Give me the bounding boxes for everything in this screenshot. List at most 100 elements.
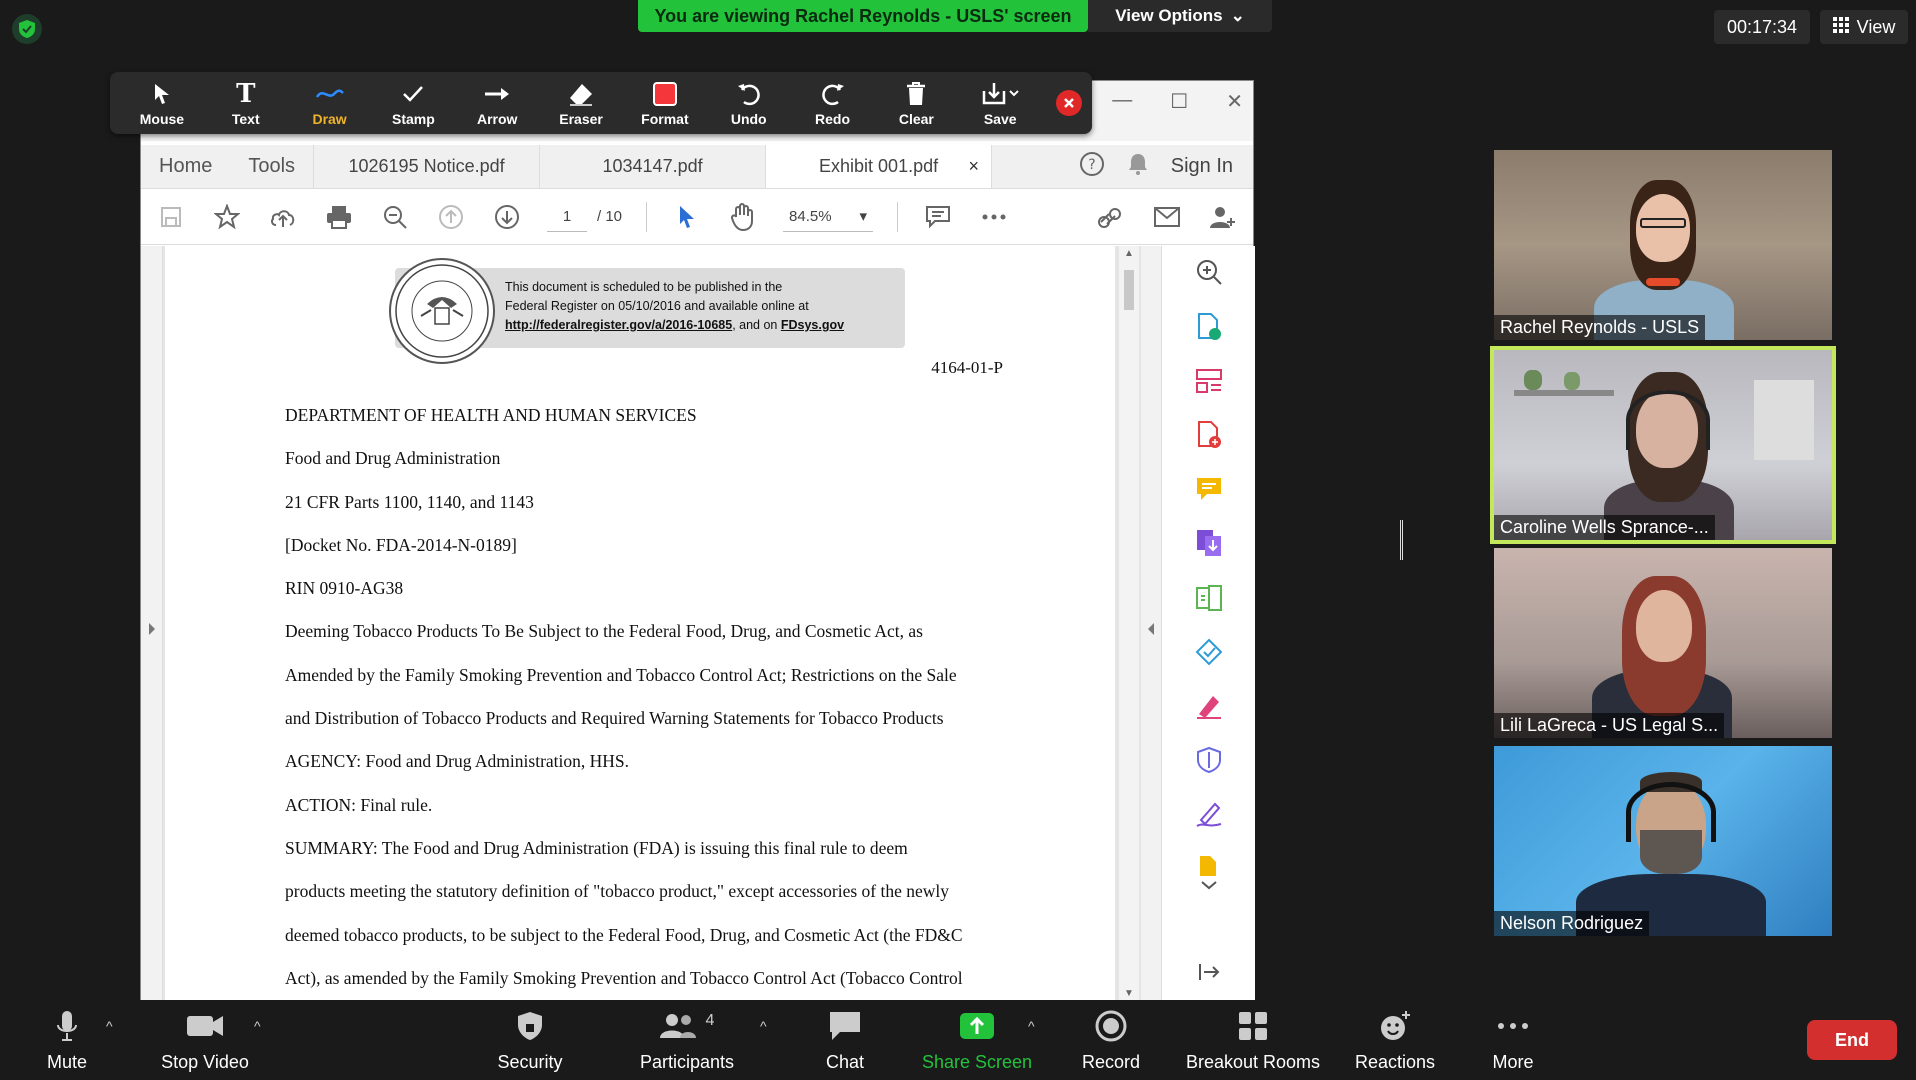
view-button[interactable]: View: [1820, 10, 1908, 44]
breakout-rooms-button[interactable]: Breakout Rooms: [1178, 1006, 1328, 1076]
mute-button[interactable]: Mute: [32, 1006, 102, 1076]
annot-eraser-button[interactable]: Eraser: [539, 75, 623, 131]
zoom-select[interactable]: 84.5% ▾: [783, 202, 874, 232]
comment-tool-icon[interactable]: [1195, 476, 1223, 507]
doc-line: ACTION: Final rule.: [285, 794, 433, 815]
trash-icon: [905, 80, 927, 108]
nav-tools[interactable]: Tools: [248, 155, 295, 178]
chevron-down-icon: ⌄: [1230, 6, 1245, 25]
tab-1026195-notice[interactable]: 1026195 Notice.pdf: [314, 145, 541, 188]
save-disk-icon[interactable]: [155, 201, 187, 233]
view-options-button[interactable]: View Options ⌄: [1088, 0, 1272, 32]
annot-clear-button[interactable]: Clear: [874, 75, 958, 131]
page-number-input[interactable]: 1: [547, 202, 587, 232]
left-panel-toggle[interactable]: [141, 246, 163, 1001]
create-pdf-icon[interactable]: [1195, 420, 1223, 455]
annot-save-button[interactable]: Save: [958, 75, 1042, 131]
security-button[interactable]: Security: [490, 1006, 570, 1076]
print-icon[interactable]: [323, 201, 355, 233]
help-icon[interactable]: ?: [1079, 151, 1105, 182]
annot-stamp-button[interactable]: Stamp: [371, 75, 455, 131]
minimize-icon[interactable]: —: [1112, 89, 1132, 114]
collapse-pane-icon[interactable]: [1198, 962, 1220, 987]
annot-arrow-button[interactable]: Arrow: [455, 75, 539, 131]
annot-undo-button[interactable]: Undo: [707, 75, 791, 131]
hand-icon[interactable]: [727, 201, 759, 233]
nav-home[interactable]: Home: [159, 155, 212, 178]
participants-options-caret-icon[interactable]: ^: [760, 1018, 767, 1034]
participant-tile-lili[interactable]: Lili LaGreca - US Legal S...: [1494, 548, 1832, 738]
doc-line: Act), as amended by the Family Smoking P…: [285, 967, 963, 988]
close-window-icon[interactable]: ✕: [1226, 89, 1243, 114]
right-panel-toggle[interactable]: [1141, 246, 1161, 1001]
annot-label: Redo: [815, 110, 851, 127]
annot-label: Draw: [312, 110, 347, 127]
participant-tile-rachel[interactable]: Rachel Reynolds - USLS: [1494, 150, 1832, 340]
share-options-caret-icon[interactable]: ^: [1028, 1018, 1035, 1034]
export-pdf-icon[interactable]: [1195, 312, 1223, 347]
annot-mouse-button[interactable]: Mouse: [120, 75, 204, 131]
more-tools-icon[interactable]: [1196, 854, 1222, 895]
annot-label: Arrow: [477, 110, 518, 127]
comment-icon[interactable]: [922, 201, 954, 233]
select-cursor-icon[interactable]: [671, 201, 703, 233]
document-viewport[interactable]: This document is scheduled to be publish…: [141, 246, 1141, 1001]
share-screen-label: Share Screen: [921, 1052, 1033, 1072]
annot-label: Eraser: [559, 110, 603, 127]
record-button[interactable]: Record: [1076, 1006, 1146, 1076]
page-up-icon[interactable]: [435, 201, 467, 233]
tab-exhibit-001[interactable]: Exhibit 001.pdf ×: [766, 145, 993, 188]
undo-icon: [736, 80, 762, 108]
vertical-scrollbar[interactable]: ▲ ▼: [1119, 246, 1139, 1001]
participant-tile-caroline[interactable]: Caroline Wells Sprance-...: [1490, 346, 1836, 544]
mute-options-caret-icon[interactable]: ^: [106, 1018, 113, 1034]
end-meeting-button[interactable]: End: [1807, 1020, 1897, 1060]
share-screen-button[interactable]: Share Screen: [922, 1006, 1032, 1076]
fr-link[interactable]: http://federalregister.gov/a/2016-10685: [505, 318, 732, 332]
annot-draw-button[interactable]: Draw: [288, 75, 372, 131]
edit-pdf-icon[interactable]: [1195, 584, 1223, 617]
protect-icon[interactable]: [1196, 746, 1222, 779]
organize-pages-icon[interactable]: [1195, 368, 1223, 399]
request-signature-icon[interactable]: [1195, 800, 1223, 833]
close-annotation-icon[interactable]: [1056, 90, 1083, 116]
page-down-icon[interactable]: [491, 201, 523, 233]
reactions-label: Reactions: [1354, 1052, 1436, 1072]
zoom-in-tool-icon[interactable]: [1195, 258, 1223, 291]
participant-tile-nelson[interactable]: Nelson Rodriguez: [1494, 746, 1832, 936]
sign-in-link[interactable]: Sign In: [1171, 155, 1233, 178]
reactions-button[interactable]: Reactions: [1350, 1006, 1440, 1076]
send-review-icon[interactable]: [1195, 638, 1223, 671]
add-person-icon[interactable]: [1207, 201, 1239, 233]
zoom-out-icon[interactable]: [379, 201, 411, 233]
bell-icon[interactable]: [1127, 152, 1149, 181]
email-icon[interactable]: [1151, 201, 1183, 233]
format-icon: [652, 80, 677, 108]
star-icon[interactable]: [211, 201, 243, 233]
scroll-thumb[interactable]: [1124, 270, 1134, 310]
tab-1034147[interactable]: 1034147.pdf: [540, 145, 767, 188]
annot-redo-button[interactable]: Redo: [791, 75, 875, 131]
fill-sign-icon[interactable]: [1195, 692, 1223, 725]
annot-text-button[interactable]: T Text: [204, 75, 288, 131]
maximize-icon[interactable]: ☐: [1170, 89, 1188, 114]
chat-button[interactable]: Chat: [810, 1006, 880, 1076]
cloud-upload-icon[interactable]: [267, 201, 299, 233]
more-button[interactable]: More: [1478, 1006, 1548, 1076]
panel-resize-handle[interactable]: [1400, 520, 1403, 560]
video-options-caret-icon[interactable]: ^: [254, 1018, 261, 1034]
doc-line: Food and Drug Administration: [285, 448, 501, 469]
close-tab-icon[interactable]: ×: [969, 156, 980, 177]
doc-line: deemed tobacco products, to be subject t…: [285, 924, 963, 945]
fdsys-link[interactable]: FDsys.gov: [781, 318, 844, 332]
save-icon: [980, 80, 1020, 108]
combine-files-icon[interactable]: [1195, 528, 1223, 563]
more-options-icon[interactable]: [978, 201, 1010, 233]
annot-format-button[interactable]: Format: [623, 75, 707, 131]
national-archives-seal-icon: [389, 258, 495, 364]
encryption-shield-icon[interactable]: [12, 14, 42, 44]
stop-video-button[interactable]: Stop Video: [150, 1006, 260, 1076]
participants-button[interactable]: 4 Participants: [632, 1006, 742, 1076]
link-sign-icon[interactable]: [1095, 201, 1127, 233]
draw-icon: [315, 80, 345, 108]
